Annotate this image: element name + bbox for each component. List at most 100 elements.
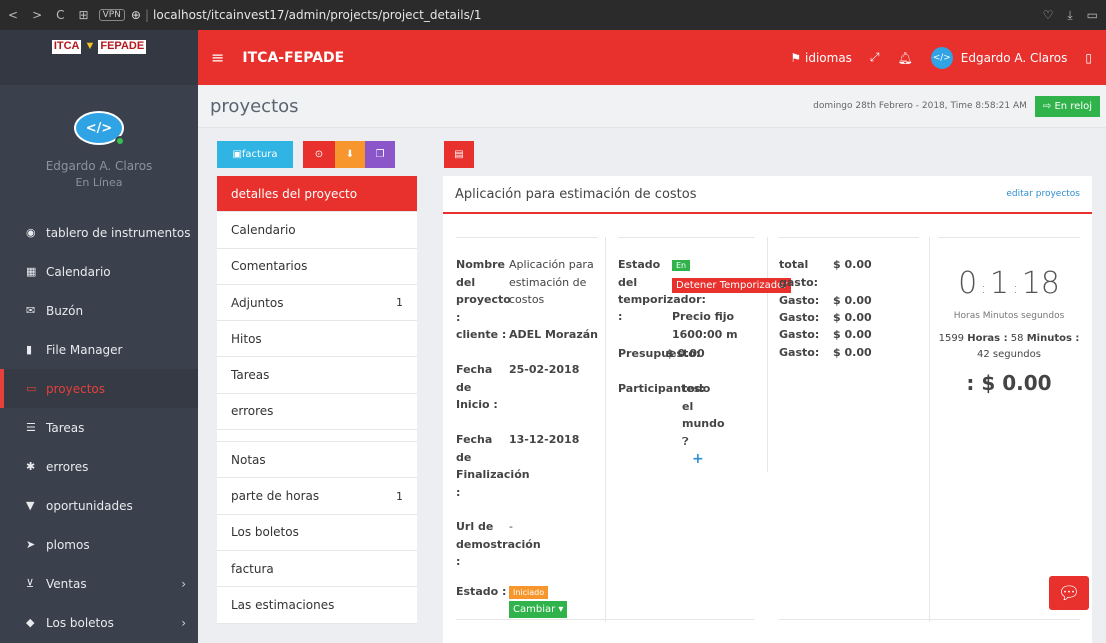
sign-in-icon: ⇨ [1042,100,1055,112]
divider [779,237,919,238]
flag-icon: ⚑ [790,50,802,65]
sidebar-item-sales[interactable]: ⊻ Ventas › [0,564,198,603]
caret-down-icon: ▾ [558,604,564,615]
pdf-icon: ▤ [454,149,464,160]
project-timer: 0: 1: 18 Horas Minutos segundos 1599 Hor… [938,266,1080,395]
filter-icon: ▼ [26,499,35,512]
fullscreen-icon[interactable]: ⤢ [870,50,880,65]
timer-button[interactable]: ⊙ [303,141,335,168]
total-amount: : $ 0.00 [966,371,1052,395]
timer-units: Horas Minutos segundos [953,311,1065,321]
avatar[interactable]: </> [74,111,125,146]
bug-icon: ✱ [26,460,36,473]
page-header: proyectos domingo 28th Febrero - 2018, T… [198,85,1106,128]
divider [938,237,1080,238]
tasks-icon: ☰ [26,421,36,434]
expense-label: Gasto: [779,346,820,359]
cart-icon: ⊻ [26,577,35,590]
app-title[interactable]: ITCA-FEPADE [242,50,344,66]
sidebar-item-calendar[interactable]: ▦ Calendario [0,252,198,291]
stop-timer-button[interactable]: Detener Temporizador [672,276,792,295]
chat-button[interactable]: 💬︎ [1049,576,1089,610]
hamburger-menu-icon[interactable]: ≡ [211,48,224,67]
copy-icon: ❐ [375,149,385,160]
back-icon[interactable]: < [8,8,18,22]
expense-label: Gasto: [779,328,820,341]
sidebar-item-mailbox[interactable]: ✉ Buzón [0,291,198,330]
expense-value: $ 0.00 [833,346,872,359]
invoice-button[interactable]: ▣ factura [217,141,293,168]
demo-url-label: Url de demostración : [456,520,541,568]
user-menu[interactable]: </> Edgardo A. Claros [930,46,1067,69]
tab-tickets[interactable]: Los boletos [217,515,417,551]
sidebar-item-projects[interactable]: ▭ proyectos [0,369,198,408]
sidebar-item-bugs[interactable]: ✱ errores [0,447,198,486]
timer-on-badge: En [672,256,691,275]
date-time: domingo 28th Febrero - 2018, Time 8:58:2… [813,101,1027,111]
tab-calendar[interactable]: Calendario [217,212,417,249]
tab-comments[interactable]: Comentarios [217,249,417,285]
globe-icon: ⊕ [130,8,141,22]
address-bar[interactable]: localhost/itcainvest17/admin/projects/pr… [153,8,481,22]
expense-value: $ 0.00 [833,311,872,324]
languages-menu[interactable]: ⚑ idiomas [790,51,852,65]
sidebar-item-opportunities[interactable]: ▼ oportunidades [0,486,198,525]
tab-notes[interactable]: Notas [217,442,417,479]
avatar: </> [930,46,953,69]
status-badge: Iniciado [509,583,549,602]
pin-icon: ⬇ [345,149,355,160]
bell-icon[interactable]: 🔔︎ [898,51,913,65]
sidebar-item-tickets[interactable]: ◆ Los boletos › [0,603,198,642]
timer-display: 0: 1: 18 [958,266,1060,301]
expense-value: $ 0.00 [833,294,872,307]
project-toolbar: ▣ factura ⊙ ⬇ ❐ ▤ [217,141,474,168]
start-date-label: Fecha de Inicio : [456,363,498,411]
tab-estimates[interactable]: Las estimaciones [217,587,417,624]
pin-button[interactable]: ⬇ [335,141,365,168]
browser-nav: < > C ⊞ [8,8,89,22]
tab-project-details[interactable]: detalles del proyecto [217,176,417,213]
heart-icon[interactable]: ♡ [1043,8,1054,23]
reload-icon[interactable]: C [56,8,64,22]
count-badge: 1 [396,489,403,503]
change-status-button[interactable]: Cambiar ▾ [509,600,568,619]
expense-value: $ 0.00 [833,258,872,271]
end-date-label: Fecha de Finalización : [456,433,530,499]
copy-button[interactable]: ❐ [365,141,395,168]
project-info: Nombre del proyecto : Aplicación para es… [456,256,601,636]
tab-milestones[interactable]: Hitos [217,321,417,358]
folder-icon: ▭ [26,382,37,395]
project-title: Aplicación para estimación de costos [455,186,697,202]
sidebar-item-dashboard[interactable]: ◉ tablero de instrumentos [0,213,198,252]
sidebar-item-file-manager[interactable]: ▮ File Manager [0,330,198,369]
divider [605,237,606,622]
ticket-icon: ◆ [26,616,35,629]
clock-in-button[interactable]: ⇨ En reloj [1034,95,1100,117]
download-icon[interactable]: ⤓ [1067,8,1072,23]
sidebar-item-leads[interactable]: ➤ plomos [0,525,198,564]
add-participant-icon[interactable]: + [692,451,704,469]
tab-bugs[interactable]: errores [217,394,417,431]
tab-tasks[interactable]: Tareas [217,357,417,394]
expense-value: $ 0.00 [833,328,872,341]
dashboard-icon: ◉ [26,226,36,239]
client-value: ADEL Morazán [509,328,599,341]
help-icon[interactable]: ❓︎ [682,433,689,451]
tab-invoice[interactable]: factura [217,551,417,588]
page-title: proyectos [210,95,299,117]
expenses: total gasto: $ 0.00 Gasto: $ 0.00 Gasto:… [779,256,919,376]
participants-label: Participantes: [618,382,705,395]
vpn-badge[interactable]: VPN [98,9,125,21]
sidebar-toggle-icon[interactable]: ▯ [1085,51,1092,65]
brand-logo[interactable]: ITCA ▼ FEPADE [0,30,198,85]
tab-timesheet[interactable]: parte de horas 1 [217,478,417,515]
chat-icon: 💬︎ [1057,582,1081,604]
pdf-button[interactable]: ▤ [444,141,474,168]
calendar-icon: ▦ [26,265,37,278]
sidebar-item-tasks[interactable]: ☰ Tareas [0,408,198,447]
forward-icon[interactable]: > [32,8,42,22]
grid-icon[interactable]: ⊞ [79,8,89,22]
battery-icon[interactable]: ▭ [1087,8,1098,23]
edit-project-link[interactable]: editar proyectos [1006,189,1080,199]
tab-attachments[interactable]: Adjuntos 1 [217,285,417,322]
